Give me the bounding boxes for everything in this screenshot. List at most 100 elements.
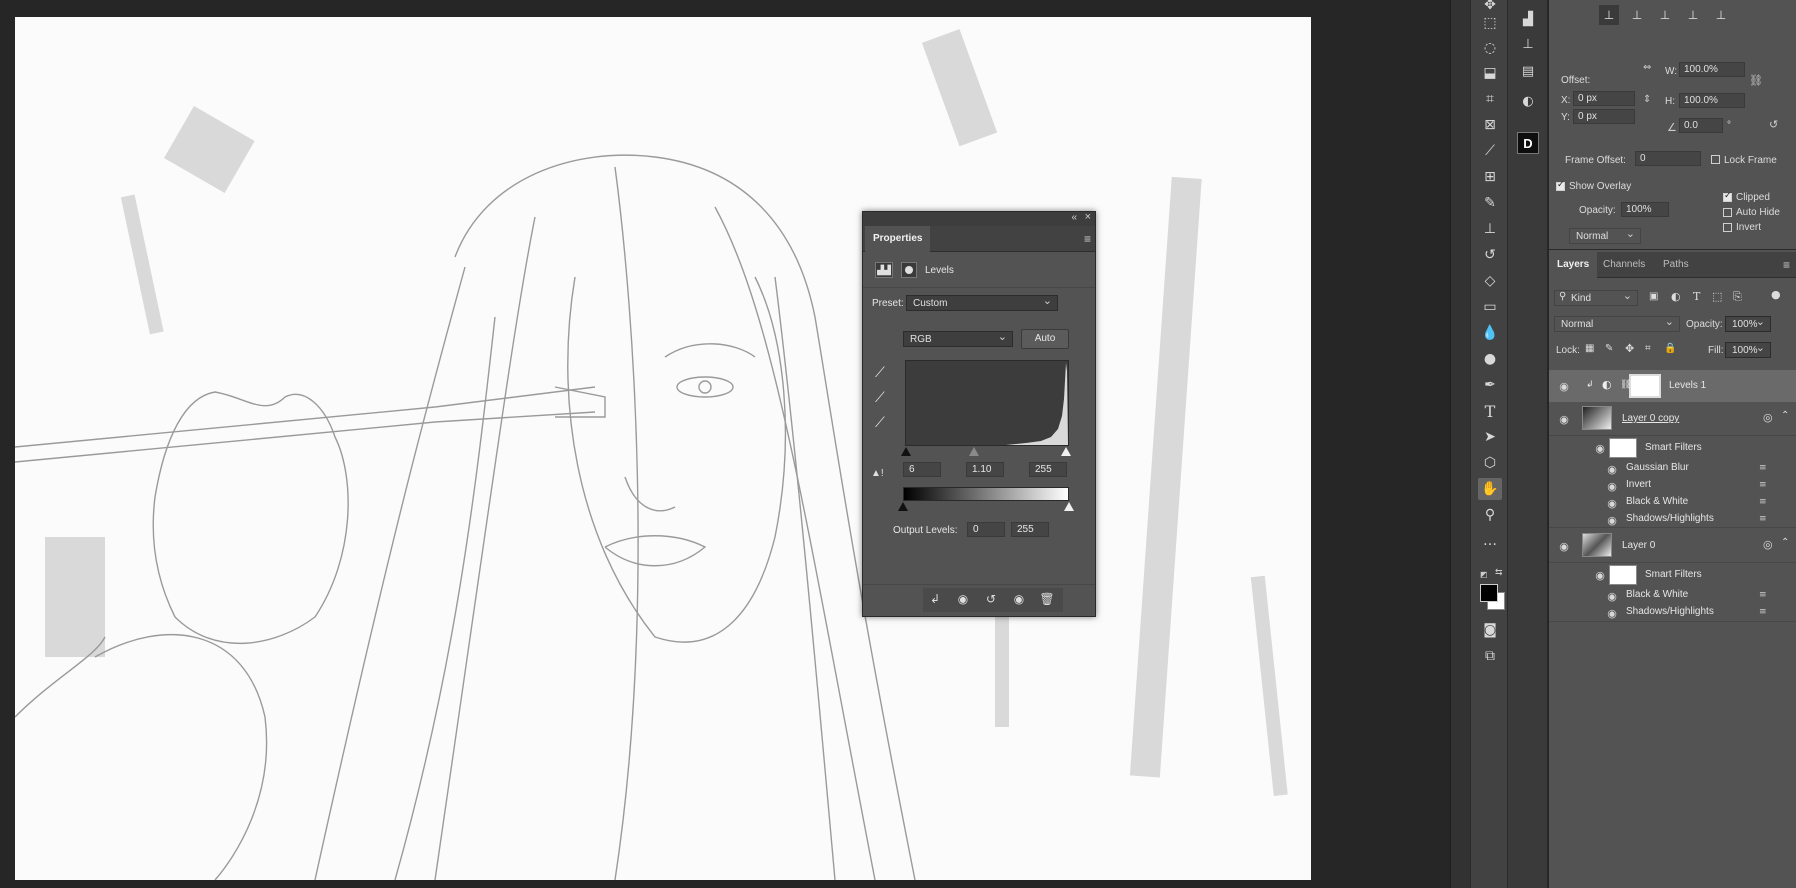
document-image[interactable] — [15, 17, 1311, 880]
clipped-checkbox[interactable] — [1723, 191, 1732, 202]
crop-tool-icon[interactable]: ⌗ — [1478, 88, 1502, 110]
filter-name[interactable]: Invert — [1626, 479, 1651, 490]
clone-stamp-tool-icon[interactable]: ⊥ — [1478, 218, 1502, 240]
clone-source-panel[interactable]: ⊥ ⊥ ⊥ ⊥ ⊥ Offset: X: 0 px Y: 0 px ⇔ W: 1… — [1549, 0, 1796, 250]
shape-tool-icon[interactable]: ⬡ — [1478, 452, 1502, 474]
layer-name[interactable]: Levels 1 — [1669, 380, 1706, 391]
filter-options-icon[interactable]: ≡ — [1759, 481, 1771, 490]
smart-filter-mask-thumbnail[interactable] — [1609, 438, 1637, 458]
visibility-eye-icon[interactable]: ◉ — [1605, 463, 1619, 476]
visibility-eye-icon[interactable]: ◉ — [1557, 413, 1571, 426]
clone-source-4-icon[interactable]: ⊥ — [1683, 5, 1703, 25]
quick-mask-icon[interactable]: ◙ — [1478, 619, 1502, 641]
filter-row[interactable]: ◉ Black & White ≡ — [1549, 587, 1796, 604]
preset-select[interactable]: Custom — [906, 294, 1058, 311]
lock-position-icon[interactable]: ✥ — [1625, 342, 1634, 355]
default-colors-icon[interactable]: ◩ — [1480, 570, 1488, 579]
visibility-eye-icon[interactable]: ◉ — [1557, 540, 1571, 553]
lock-all-icon[interactable]: 🔒 — [1664, 343, 1676, 354]
type-tool-icon[interactable]: T — [1478, 400, 1502, 422]
input-gamma-field[interactable]: 1.10 — [966, 462, 1004, 477]
width-scale-field[interactable]: 100.0% — [1679, 62, 1745, 77]
filter-options-icon[interactable]: ≡ — [1759, 591, 1771, 600]
output-black-slider[interactable] — [898, 502, 908, 511]
object-selection-tool-icon[interactable]: ⬓ — [1478, 62, 1502, 84]
input-black-field[interactable]: 6 — [903, 462, 941, 477]
input-gamma-slider[interactable] — [969, 447, 979, 456]
plugin-panel-icon[interactable]: D — [1517, 132, 1539, 154]
white-eyedropper-icon[interactable]: ⟋ — [875, 415, 885, 431]
reset-icon[interactable]: ↺ — [979, 588, 1003, 610]
overlay-opacity-field[interactable]: 100% — [1621, 202, 1669, 217]
eyedropper-tool-icon[interactable]: ⟋ — [1478, 140, 1502, 162]
show-overlay-checkbox[interactable] — [1556, 180, 1565, 191]
brush-tool-icon[interactable]: ✎ — [1478, 192, 1502, 214]
shape-filter-icon[interactable]: ⬚ — [1712, 290, 1722, 303]
layer-row-layer0copy[interactable]: ◉ Layer 0 copy ◎ ⌃ — [1549, 402, 1796, 436]
input-black-slider[interactable] — [901, 447, 911, 456]
filter-name[interactable]: Shadows/Highlights — [1626, 606, 1714, 617]
layer-name[interactable]: Layer 0 copy — [1622, 413, 1679, 424]
filter-row[interactable]: ◉ Shadows/Highlights ≡ — [1549, 604, 1796, 622]
output-white-slider[interactable] — [1064, 502, 1074, 511]
layer-blend-select[interactable]: Normal — [1554, 315, 1680, 332]
filter-row[interactable]: ◉ Black & White ≡ — [1549, 494, 1796, 511]
clone-source-3-icon[interactable]: ⊥ — [1655, 5, 1675, 25]
flip-horizontal-icon[interactable]: ⇔ — [1643, 62, 1651, 73]
layer-name[interactable]: Layer 0 — [1622, 540, 1655, 551]
mask-icon[interactable] — [901, 262, 917, 278]
marquee-tool-icon[interactable]: ⬚ — [1478, 12, 1502, 34]
filter-row[interactable]: ◉ Gaussian Blur ≡ — [1549, 460, 1796, 477]
history-brush-tool-icon[interactable]: ↺ — [1478, 244, 1502, 266]
visibility-eye-icon[interactable]: ◉ — [1605, 497, 1619, 510]
panel-menu-icon[interactable]: ≡ — [1084, 232, 1091, 246]
swap-colors-icon[interactable]: ⇆ — [1495, 567, 1503, 578]
screen-mode-icon[interactable]: ⧉ — [1478, 645, 1502, 667]
flip-vertical-icon[interactable]: ⇕ — [1643, 94, 1651, 105]
lasso-tool-icon[interactable]: ◌ — [1478, 37, 1502, 59]
pixel-filter-icon[interactable]: ▣ — [1649, 291, 1658, 302]
pen-tool-icon[interactable]: ✒ — [1478, 374, 1502, 396]
visibility-eye-icon[interactable]: ◉ — [1007, 588, 1031, 610]
smart-filters-row[interactable]: ◉ Smart Filters — [1549, 563, 1796, 587]
collapse-icon[interactable]: « — [1071, 212, 1077, 223]
filter-row[interactable]: ◉ Invert ≡ — [1549, 477, 1796, 494]
filter-options-icon[interactable]: ≡ — [1759, 608, 1771, 617]
filter-row[interactable]: ◉ Shadows/Highlights ≡ — [1549, 511, 1796, 528]
layer-opacity-field[interactable]: 100% — [1725, 315, 1771, 332]
histogram-panel-icon[interactable]: ▟ — [1517, 8, 1539, 30]
clone-source-panel-icon[interactable]: ⊥ — [1517, 33, 1539, 55]
visibility-eye-icon[interactable]: ◉ — [1605, 480, 1619, 493]
reset-transform-icon[interactable]: ↺ — [1769, 118, 1778, 131]
filter-name[interactable]: Black & White — [1626, 496, 1688, 507]
tab-channels[interactable]: Channels — [1595, 252, 1653, 278]
visibility-eye-icon[interactable]: ◉ — [1605, 590, 1619, 603]
smart-filter-mask-thumbnail[interactable] — [1609, 565, 1637, 585]
output-black-field[interactable]: 0 — [967, 522, 1005, 537]
filter-options-icon[interactable]: ≡ — [1759, 515, 1771, 524]
visibility-eye-icon[interactable]: ◉ — [1593, 442, 1607, 455]
black-eyedropper-icon[interactable]: ⟋ — [875, 365, 885, 381]
smart-filters-row[interactable]: ◉ Smart Filters — [1549, 436, 1796, 460]
hand-tool-icon[interactable]: ✋ — [1478, 478, 1502, 500]
frame-tool-icon[interactable]: ⊠ — [1478, 114, 1502, 136]
clone-source-5-icon[interactable]: ⊥ — [1711, 5, 1731, 25]
filter-name[interactable]: Shadows/Highlights — [1626, 513, 1714, 524]
fill-field[interactable]: 100% — [1725, 341, 1771, 358]
offset-x-field[interactable]: 0 px — [1573, 91, 1635, 106]
visibility-eye-icon[interactable]: ◉ — [1605, 607, 1619, 620]
healing-brush-tool-icon[interactable]: ⊞ — [1478, 166, 1502, 188]
adjustments-panel-icon[interactable]: ◐ — [1517, 90, 1539, 112]
eraser-tool-icon[interactable]: ◇ — [1478, 270, 1502, 292]
close-icon[interactable]: × — [1085, 211, 1091, 223]
filter-kind-select[interactable]: Kind — [1554, 289, 1638, 306]
lock-artboard-icon[interactable]: ⌗ — [1645, 343, 1651, 354]
input-white-slider[interactable] — [1061, 447, 1071, 456]
filter-toggle-icon[interactable]: ● — [1771, 288, 1781, 301]
collapse-chevron-icon[interactable]: ⌃ — [1781, 537, 1789, 548]
smart-object-filter-icon[interactable]: ⎘ — [1733, 290, 1742, 304]
gradient-tool-icon[interactable]: ▭ — [1478, 296, 1502, 318]
output-white-field[interactable]: 255 — [1011, 522, 1049, 537]
clip-to-layer-icon[interactable]: ↲ — [923, 588, 947, 610]
more-tools-icon[interactable]: … — [1478, 530, 1502, 552]
